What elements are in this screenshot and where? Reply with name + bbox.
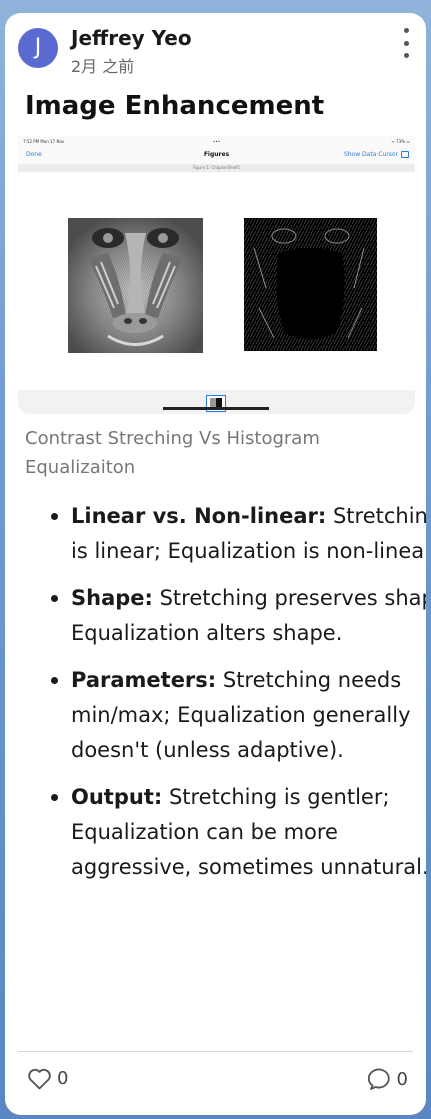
bullet-list: Linear vs. Non-linear: Stretching is lin… [25, 499, 426, 897]
list-item: Parameters: Stretching needs min/max; Eq… [51, 663, 426, 768]
more-options-icon[interactable] [396, 28, 416, 58]
list-item: Output: Stretching is gentler; Equalizat… [51, 780, 426, 885]
image-caption: Contrast Streching Vs Histogram Equaliza… [25, 428, 320, 478]
post-card: J Jeffrey Yeo 2月 之前 Image Enhancement 7:… [5, 13, 426, 1115]
point-label: Linear vs. Non-linear: [71, 504, 327, 528]
comment-button[interactable]: 0 [367, 1067, 408, 1091]
window-icon [401, 151, 409, 158]
mandrill-stretched-image [68, 218, 203, 353]
home-indicator [163, 407, 269, 410]
figure-thumbnail-bar [18, 390, 415, 414]
ios-nav-bar: Done Figures Show Data Cursor [23, 150, 410, 162]
point-label: Parameters: [71, 668, 217, 692]
mandrill-equalized-image [244, 218, 377, 351]
status-left: 7:52 PM Mon 17 Nov [23, 139, 65, 144]
show-data-cursor-button: Show Data Cursor [343, 151, 398, 158]
comment-count: 0 [396, 1068, 408, 1090]
figure-area [18, 173, 415, 390]
footer-divider [18, 1051, 413, 1052]
post-title: Image Enhancement [25, 91, 325, 121]
post-footer: 0 0 [5, 1065, 426, 1095]
comment-icon [367, 1068, 390, 1090]
avatar[interactable]: J [18, 28, 58, 68]
list-item: Linear vs. Non-linear: Stretching is lin… [51, 499, 426, 569]
author-name[interactable]: Jeffrey Yeo [71, 26, 192, 50]
status-right: ≈ 73% ▭ [391, 139, 410, 144]
figure-label: Figure 1: ChapterShelf1 [18, 164, 415, 172]
like-count: 0 [57, 1068, 69, 1089]
heart-icon [28, 1068, 51, 1090]
embedded-screenshot[interactable]: 7:52 PM Mon 17 Nov ••• ≈ 73% ▭ Done Figu… [18, 136, 415, 414]
point-label: Shape: [71, 586, 153, 610]
status-center: ••• [213, 139, 221, 144]
post-time: 2月 之前 [71, 57, 135, 76]
like-button[interactable]: 0 [27, 1067, 68, 1090]
list-item: Shape: Stretching preserves shape; Equal… [51, 581, 426, 651]
ios-status-bar: 7:52 PM Mon 17 Nov ••• ≈ 73% ▭ [23, 139, 410, 147]
post-header: J Jeffrey Yeo 2月 之前 [18, 26, 416, 76]
point-label: Output: [71, 785, 163, 809]
